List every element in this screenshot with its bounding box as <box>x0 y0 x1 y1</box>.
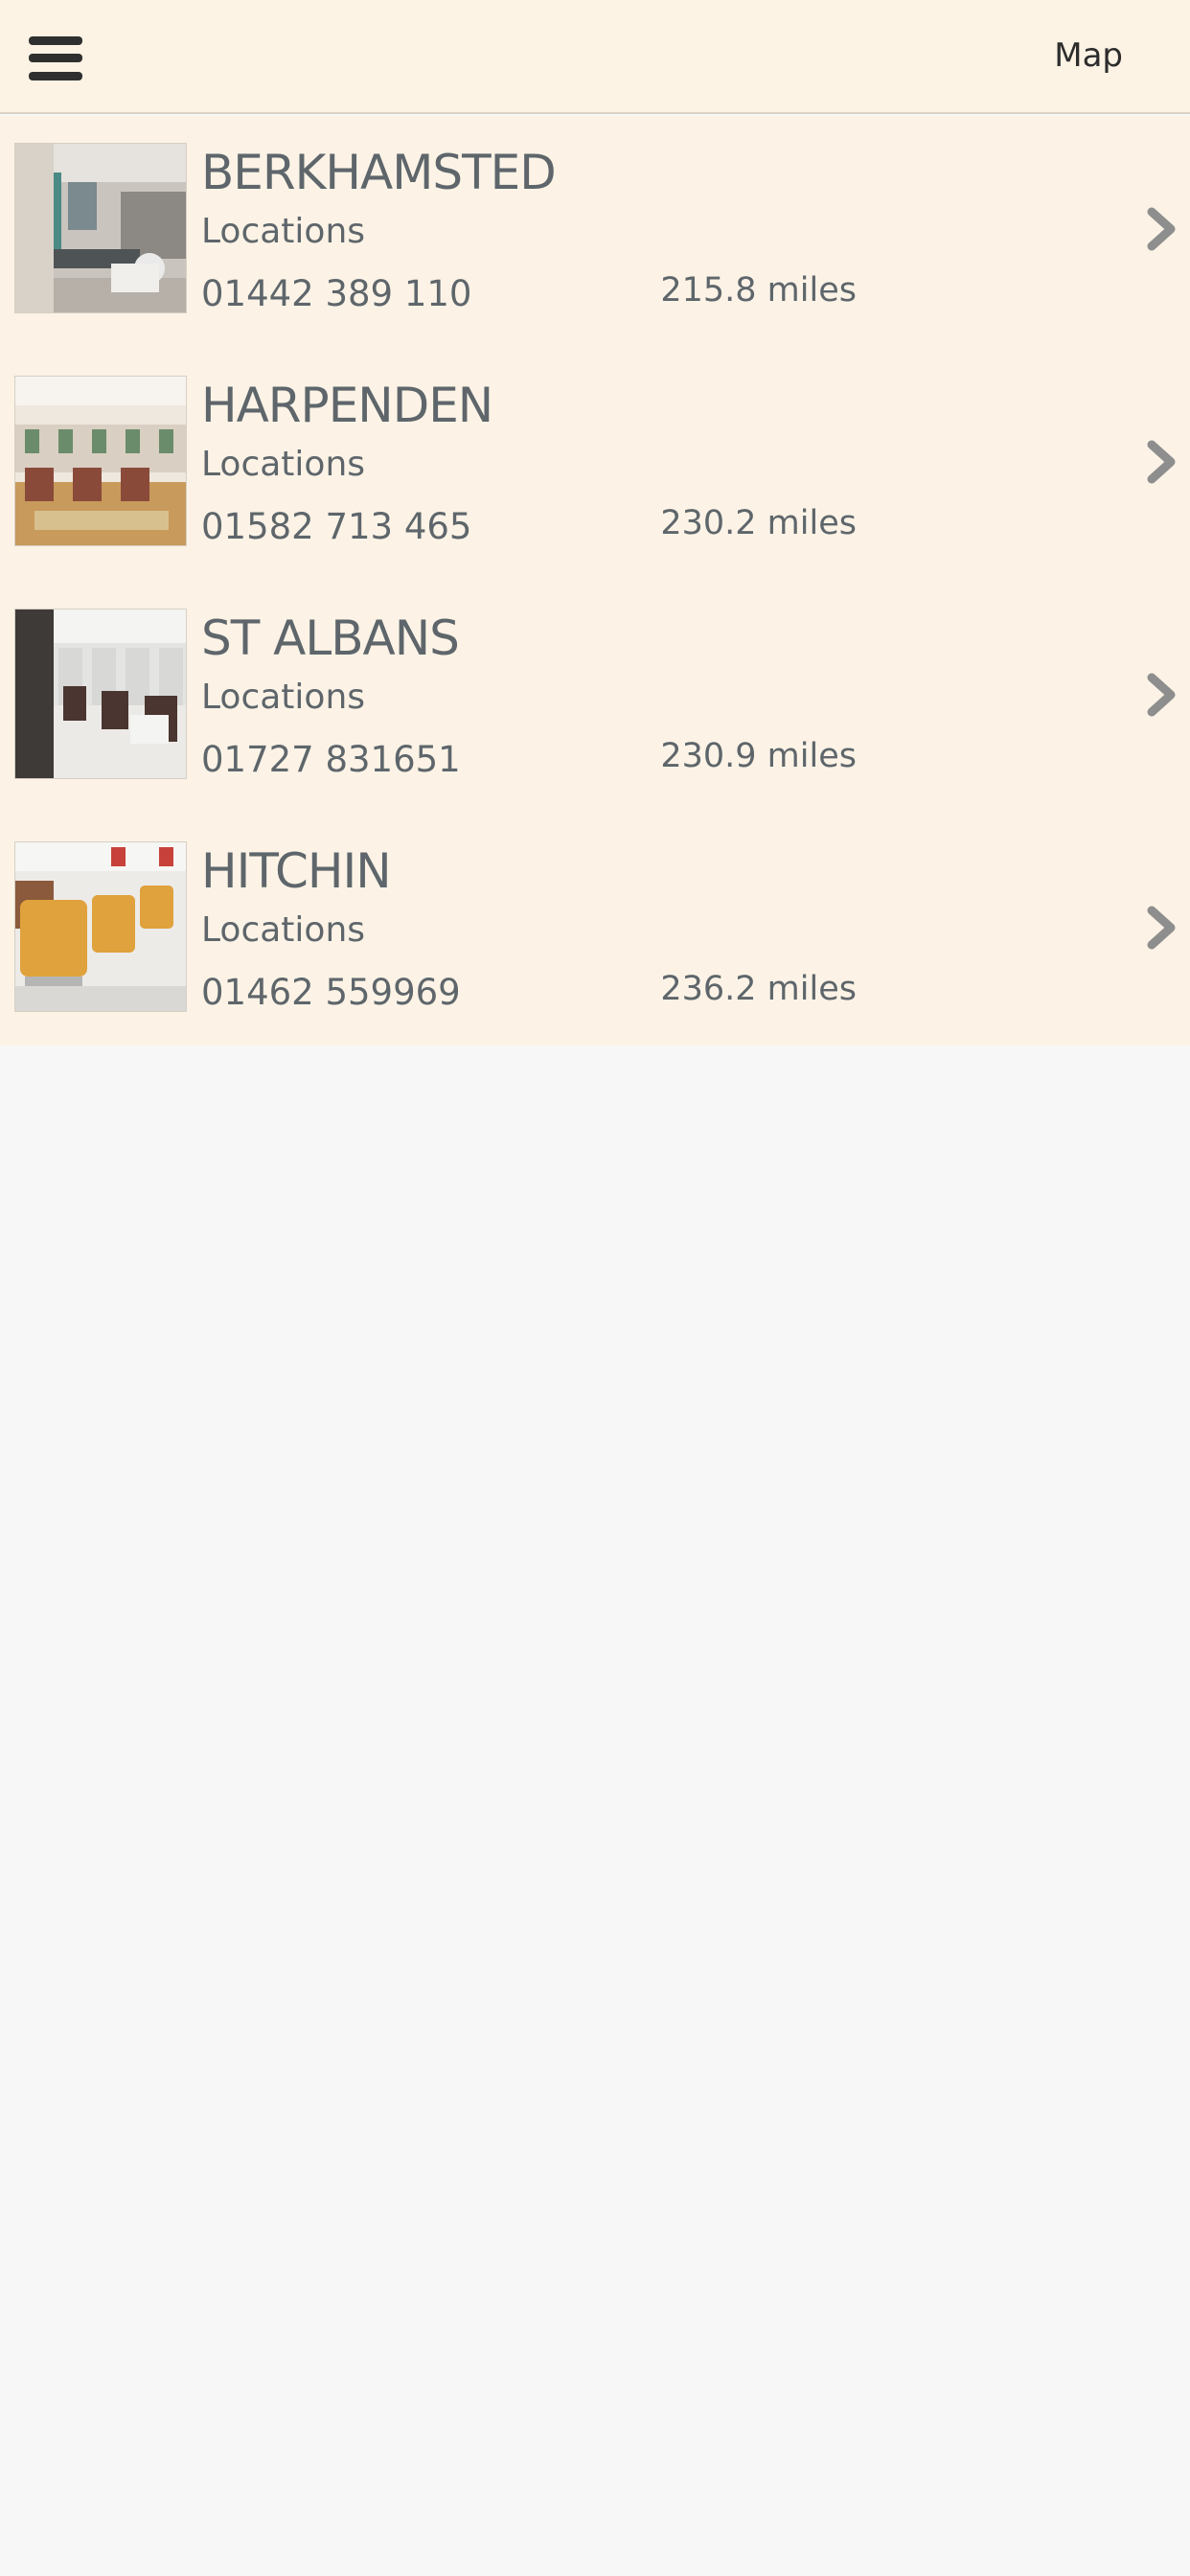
location-thumbnail <box>14 376 187 546</box>
location-phone[interactable]: 01727 831651 <box>201 739 461 780</box>
location-thumbnail <box>14 841 187 1012</box>
chevron-right-icon <box>1147 673 1176 717</box>
location-phone[interactable]: 01582 713 465 <box>201 506 471 547</box>
location-thumbnail <box>14 143 187 313</box>
location-item-harpenden[interactable]: HARPENDEN Locations 01582 713 465 230.2 … <box>0 349 1190 582</box>
location-distance: 230.2 miles <box>660 504 857 542</box>
map-button[interactable]: Map <box>1054 36 1123 75</box>
location-category: Locations <box>201 678 366 717</box>
top-bar: Map <box>0 0 1190 114</box>
location-name: HITCHIN <box>201 843 392 899</box>
chevron-right-icon <box>1147 207 1176 251</box>
location-category: Locations <box>201 910 366 950</box>
location-phone[interactable]: 01442 389 110 <box>201 273 471 314</box>
location-name: ST ALBANS <box>201 610 460 666</box>
location-item-st-albans[interactable]: ST ALBANS Locations 01727 831651 230.9 m… <box>0 582 1190 815</box>
hamburger-menu-icon[interactable] <box>29 36 82 80</box>
location-category: Locations <box>201 212 366 251</box>
location-name: BERKHAMSTED <box>201 145 557 200</box>
location-name: HARPENDEN <box>201 378 493 433</box>
location-category: Locations <box>201 445 366 484</box>
location-distance: 230.9 miles <box>660 737 857 775</box>
location-distance: 215.8 miles <box>660 271 857 310</box>
location-item-berkhamsted[interactable]: BERKHAMSTED Locations 01442 389 110 215.… <box>0 116 1190 349</box>
locations-list: BERKHAMSTED Locations 01442 389 110 215.… <box>0 116 1190 1046</box>
chevron-right-icon <box>1147 906 1176 950</box>
location-item-hitchin[interactable]: HITCHIN Locations 01462 559969 236.2 mil… <box>0 815 1190 1047</box>
location-thumbnail <box>14 609 187 779</box>
chevron-right-icon <box>1147 440 1176 484</box>
location-distance: 236.2 miles <box>660 970 857 1008</box>
location-phone[interactable]: 01462 559969 <box>201 972 461 1013</box>
